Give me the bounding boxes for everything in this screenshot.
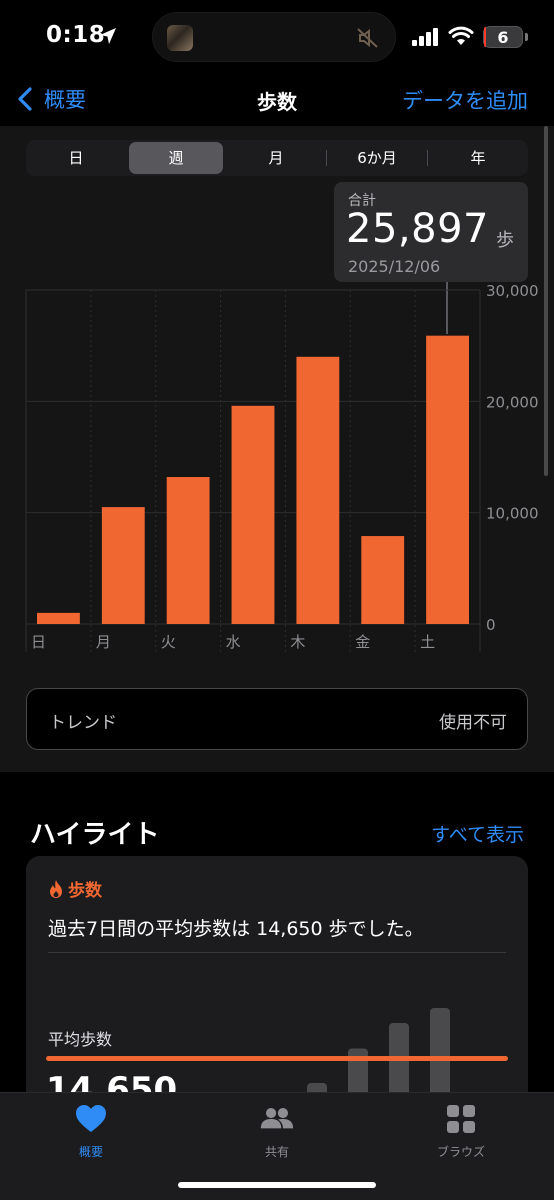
tab-browse-label: ブラウズ [436,1145,485,1159]
tab-summary-label: 概要 [78,1145,103,1159]
x-tick-label: 火 [161,633,176,651]
bar-火 [166,477,210,624]
dynamic-island[interactable] [152,12,396,62]
tab-browse[interactable]: ブラウズ [401,1103,521,1160]
highlight-category-label: 歩数 [68,881,102,901]
wifi-icon [448,26,474,45]
status-bar: 0:18 6 [0,0,554,78]
trend-card[interactable]: トレンド 使用不可 [26,688,528,750]
battery-tip [525,33,528,41]
steps-bar-chart[interactable]: 30,000 20,000 10,000 0 日 月 火 水 木 金 土 [0,126,554,666]
y-tick-label: 20,000 [486,393,539,411]
people-icon [260,1107,294,1129]
mute-icon [357,28,378,48]
battery-percentage: 6 [497,28,509,47]
average-steps-label: 平均歩数 [48,1030,113,1049]
bar-土 [426,335,469,624]
status-time: 0:18 [46,22,106,48]
x-tick-label: 木 [290,633,305,651]
x-tick-label: 月 [96,633,111,651]
tab-sharing[interactable]: 共有 [217,1103,337,1160]
bar-木 [296,356,340,624]
highlight-summary-text: 過去7日間の平均歩数は 14,650 歩でした。 [48,918,424,940]
tab-sharing-label: 共有 [264,1145,289,1159]
flame-icon [50,879,62,898]
bar-月 [101,507,145,624]
add-data-button[interactable]: データを追加 [402,85,528,115]
highlight-category: 歩数 [48,876,102,901]
home-indicator[interactable] [178,1182,376,1188]
y-tick-label: 30,000 [486,282,539,300]
x-tick-label: 金 [355,633,370,651]
highlight-card[interactable]: 歩数 過去7日間の平均歩数は 14,650 歩でした。 平均歩数 14,650 [26,856,528,1116]
y-tick-label: 0 [486,616,496,634]
trend-value: 使用不可 [439,713,507,733]
bar-水 [231,405,275,624]
trend-label: トレンド [49,713,117,733]
location-arrow-icon [100,28,116,44]
highlights-heading: ハイライト [30,820,160,850]
x-tick-label: 土 [420,633,435,651]
bar-日 [37,612,80,624]
bar-金 [361,536,405,624]
album-art-thumbnail [167,25,193,51]
battery-icon: 6 [483,26,523,48]
heart-icon [76,1105,106,1132]
average-steps-line [46,1056,508,1061]
y-tick-label: 10,000 [486,505,539,523]
show-all-link[interactable]: すべて表示 [431,820,524,847]
navigation-bar: 概要 歩数 データを追加 [0,78,554,126]
tab-summary[interactable]: 概要 [31,1103,151,1160]
x-tick-label: 水 [226,633,241,651]
x-tick-label: 日 [31,633,46,651]
signal-icon [412,28,438,46]
grid-icon [447,1105,475,1133]
chart-panel: 日 週 月 6か月 年 合計 25,897 歩 2025/12/06 30,00… [0,126,554,772]
